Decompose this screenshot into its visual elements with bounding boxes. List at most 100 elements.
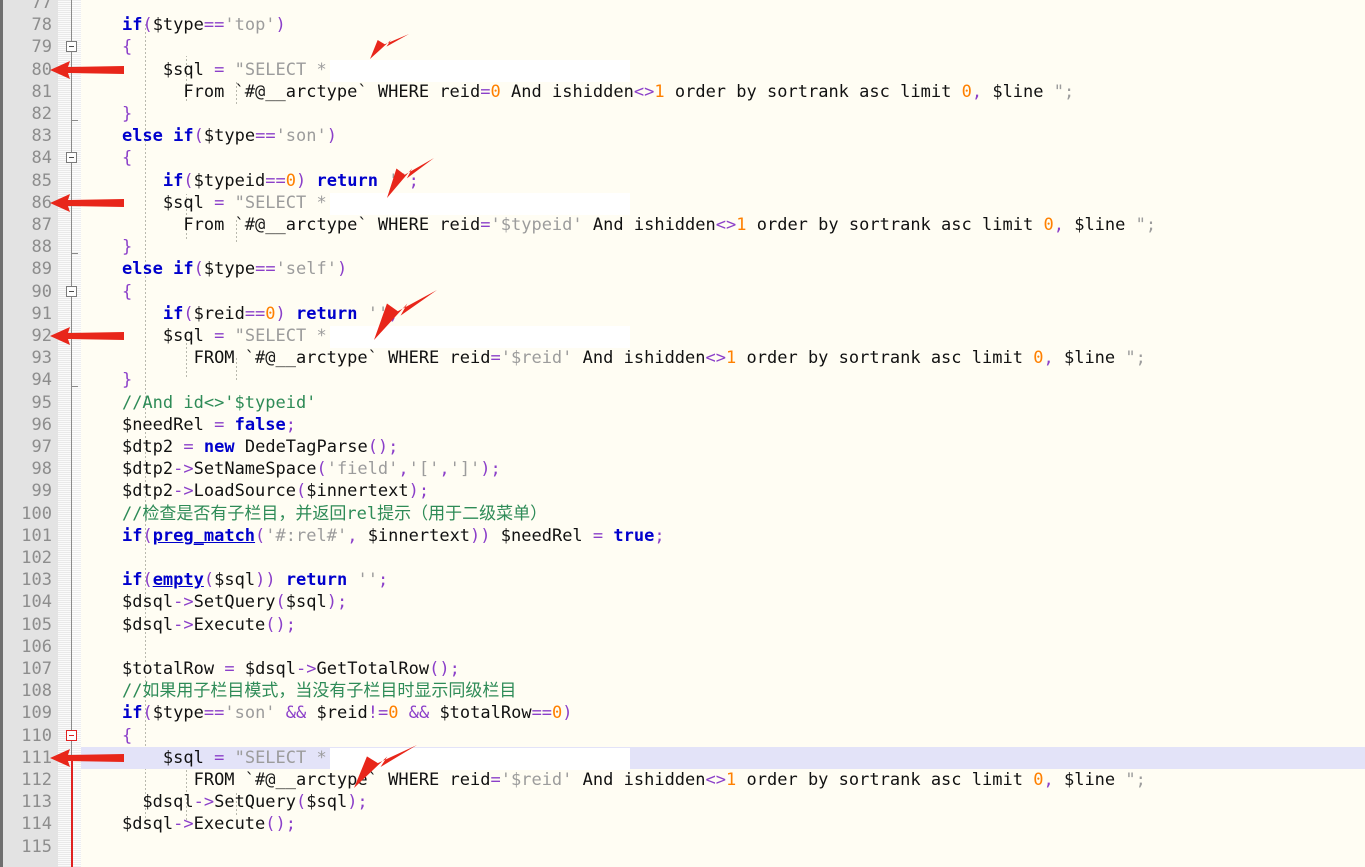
line-number: 106 xyxy=(21,636,52,657)
line-code-text[interactable]: //检查是否有子栏目，并返回rel提示（用于二级菜单） xyxy=(81,503,547,525)
line-code-text[interactable]: if($type=='top') xyxy=(81,14,286,36)
code-line[interactable]: 108 //如果用子栏目模式，当没有子栏目时显示同级栏目 xyxy=(0,680,1365,702)
code-line[interactable]: 80 $sql = "SELECT * xyxy=(0,59,1365,81)
line-code-text[interactable]: $dtp2->SetNameSpace('field','[',']'); xyxy=(81,458,501,480)
code-line[interactable]: 99 $dtp2->LoadSource($innertext); xyxy=(0,480,1365,502)
code-line[interactable]: 89 else if($type=='self') xyxy=(0,258,1365,280)
code-line[interactable]: 110 { xyxy=(0,725,1365,747)
code-line[interactable]: 105 $dsql->Execute(); xyxy=(0,614,1365,636)
line-number: 100 xyxy=(21,503,52,524)
line-number: 84 xyxy=(31,148,52,169)
line-code-text[interactable]: $sql = "SELECT * xyxy=(81,59,327,81)
line-number: 97 xyxy=(31,437,52,457)
code-line[interactable]: 94 } xyxy=(0,369,1365,391)
line-code-text[interactable]: if($reid==0) return ''; xyxy=(81,303,399,325)
line-code-text[interactable]: $dtp2->LoadSource($innertext); xyxy=(81,480,429,502)
code-line[interactable]: 81 From `#@__arctype` WHERE reid=0 And i… xyxy=(0,81,1365,103)
line-code-text[interactable]: if(empty($sql)) return ''; xyxy=(81,569,388,591)
line-code-text[interactable]: $sql = "SELECT * xyxy=(81,325,327,347)
line-code-text[interactable]: $sql = "SELECT * xyxy=(81,747,327,769)
code-line[interactable]: 86 $sql = "SELECT * xyxy=(0,192,1365,214)
line-number: 104 xyxy=(21,592,52,613)
fold-collapse-icon[interactable] xyxy=(66,41,77,53)
line-code-text[interactable]: $dsql->Execute(); xyxy=(81,614,296,636)
line-code-text[interactable]: $dtp2 = new DedeTagParse(); xyxy=(81,436,398,458)
line-number: 94 xyxy=(31,370,52,391)
code-line[interactable]: 106 xyxy=(0,636,1365,658)
line-code-text[interactable]: From `#@__arctype` WHERE reid=0 And ishi… xyxy=(81,81,1074,103)
line-code-text[interactable]: $totalRow = $dsql->GetTotalRow(); xyxy=(81,658,460,680)
fold-end-marker xyxy=(71,386,78,388)
code-line[interactable]: 87 From `#@__arctype` WHERE reid='$typei… xyxy=(0,214,1365,236)
code-line[interactable]: 104 $dsql->SetQuery($sql); xyxy=(0,591,1365,613)
code-line[interactable]: 107 $totalRow = $dsql->GetTotalRow(); xyxy=(0,658,1365,680)
line-number: 99 xyxy=(31,481,52,502)
code-line[interactable]: 111 $sql = "SELECT * xyxy=(0,746,1365,769)
line-number: 87 xyxy=(31,215,52,235)
code-line[interactable]: 88 } xyxy=(0,236,1365,258)
line-code-text[interactable]: if(preg_match('#:rel#', $innertext)) $ne… xyxy=(81,525,665,547)
code-line[interactable]: 112 FROM `#@__arctype` WHERE reid='$reid… xyxy=(0,769,1365,791)
line-number: 96 xyxy=(31,414,52,435)
code-line[interactable]: 103 if(empty($sql)) return ''; xyxy=(0,569,1365,591)
line-number: 92 xyxy=(31,326,52,346)
line-number: 111 xyxy=(21,747,52,768)
code-line[interactable]: 98 $dtp2->SetNameSpace('field','[',']'); xyxy=(0,458,1365,480)
line-code-text[interactable]: FROM `#@__arctype` WHERE reid='$reid' An… xyxy=(81,347,1146,369)
fold-collapse-icon[interactable] xyxy=(66,152,77,164)
line-code-text[interactable]: $needRel = false; xyxy=(81,414,296,436)
line-code-text[interactable]: else if($type=='son') xyxy=(81,125,337,147)
fold-collapse-icon[interactable] xyxy=(66,285,77,297)
code-line[interactable]: 82 } xyxy=(0,103,1365,125)
line-code-text[interactable]: if($type=='son' && $reid!=0 && $totalRow… xyxy=(81,702,573,724)
line-number: 82 xyxy=(31,104,52,124)
line-code-text[interactable]: { xyxy=(81,147,132,169)
line-number: 113 xyxy=(21,792,52,813)
code-line[interactable]: 102 xyxy=(0,547,1365,569)
fold-end-marker xyxy=(71,120,78,121)
code-line[interactable]: 85 if($typeid==0) return ''; xyxy=(0,170,1365,192)
code-line[interactable]: 91 if($reid==0) return ''; xyxy=(0,303,1365,325)
line-code-text[interactable]: else if($type=='self') xyxy=(81,258,347,280)
line-code-text[interactable]: FROM `#@__arctype` WHERE reid='$reid' An… xyxy=(81,769,1146,791)
code-line[interactable]: 97 $dtp2 = new DedeTagParse(); xyxy=(0,436,1365,458)
line-code-text[interactable]: { xyxy=(81,725,132,747)
code-line[interactable]: 83 else if($type=='son') xyxy=(0,125,1365,147)
line-code-text[interactable]: //如果用子栏目模式，当没有子栏目时显示同级栏目 xyxy=(81,680,516,702)
code-line[interactable]: 96 $needRel = false; xyxy=(0,414,1365,436)
code-line[interactable]: 113 $dsql->SetQuery($sql); xyxy=(0,791,1365,813)
code-line[interactable]: 90 { xyxy=(0,281,1365,303)
code-line[interactable]: 77 xyxy=(0,0,1365,14)
code-line[interactable]: 92 $sql = "SELECT * xyxy=(0,325,1365,347)
code-line[interactable]: 100 //检查是否有子栏目，并返回rel提示（用于二级菜单） xyxy=(0,503,1365,525)
code-line[interactable]: 114 $dsql->Execute(); xyxy=(0,813,1365,835)
code-line[interactable]: 79 { xyxy=(0,36,1365,58)
line-code-text[interactable]: $sql = "SELECT * xyxy=(81,192,327,214)
code-line[interactable]: 95 //And id<>'$typeid' xyxy=(0,392,1365,414)
line-code-text[interactable]: } xyxy=(81,103,132,125)
code-line[interactable]: 84 { xyxy=(0,147,1365,169)
trailing-whitespace-marker xyxy=(329,326,630,349)
code-line[interactable]: 78 if($type=='top') xyxy=(0,14,1365,36)
line-code-text[interactable]: From `#@__arctype` WHERE reid='$typeid' … xyxy=(81,214,1156,236)
line-code-text[interactable]: } xyxy=(81,236,132,258)
line-code-text[interactable]: $dsql->SetQuery($sql); xyxy=(81,591,347,613)
code-line[interactable]: 93 FROM `#@__arctype` WHERE reid='$reid'… xyxy=(0,347,1365,369)
line-code-text[interactable]: $dsql->Execute(); xyxy=(81,813,296,835)
line-number: 98 xyxy=(31,459,52,480)
line-code-text[interactable]: //And id<>'$typeid' xyxy=(81,392,316,414)
line-code-text[interactable]: } xyxy=(81,369,132,391)
fold-collapse-icon[interactable] xyxy=(66,729,77,741)
line-number: 88 xyxy=(31,237,52,258)
line-number: 89 xyxy=(31,259,52,280)
line-code-text[interactable]: { xyxy=(81,281,132,303)
line-code-text[interactable]: $dsql->SetQuery($sql); xyxy=(81,791,367,813)
code-line[interactable]: 109 if($type=='son' && $reid!=0 && $tota… xyxy=(0,702,1365,724)
code-line[interactable]: 115 xyxy=(0,836,1365,858)
code-editor-viewport[interactable]: 77 78 if($type=='top') 79 {80 $sql = "SELE… xyxy=(0,0,1365,867)
line-number: 83 xyxy=(31,126,52,147)
code-line[interactable]: 101 if(preg_match('#:rel#', $innertext))… xyxy=(0,525,1365,547)
line-code-text[interactable]: if($typeid==0) return ''; xyxy=(81,170,419,192)
line-number: 78 xyxy=(31,15,52,36)
line-code-text[interactable]: { xyxy=(81,36,132,58)
